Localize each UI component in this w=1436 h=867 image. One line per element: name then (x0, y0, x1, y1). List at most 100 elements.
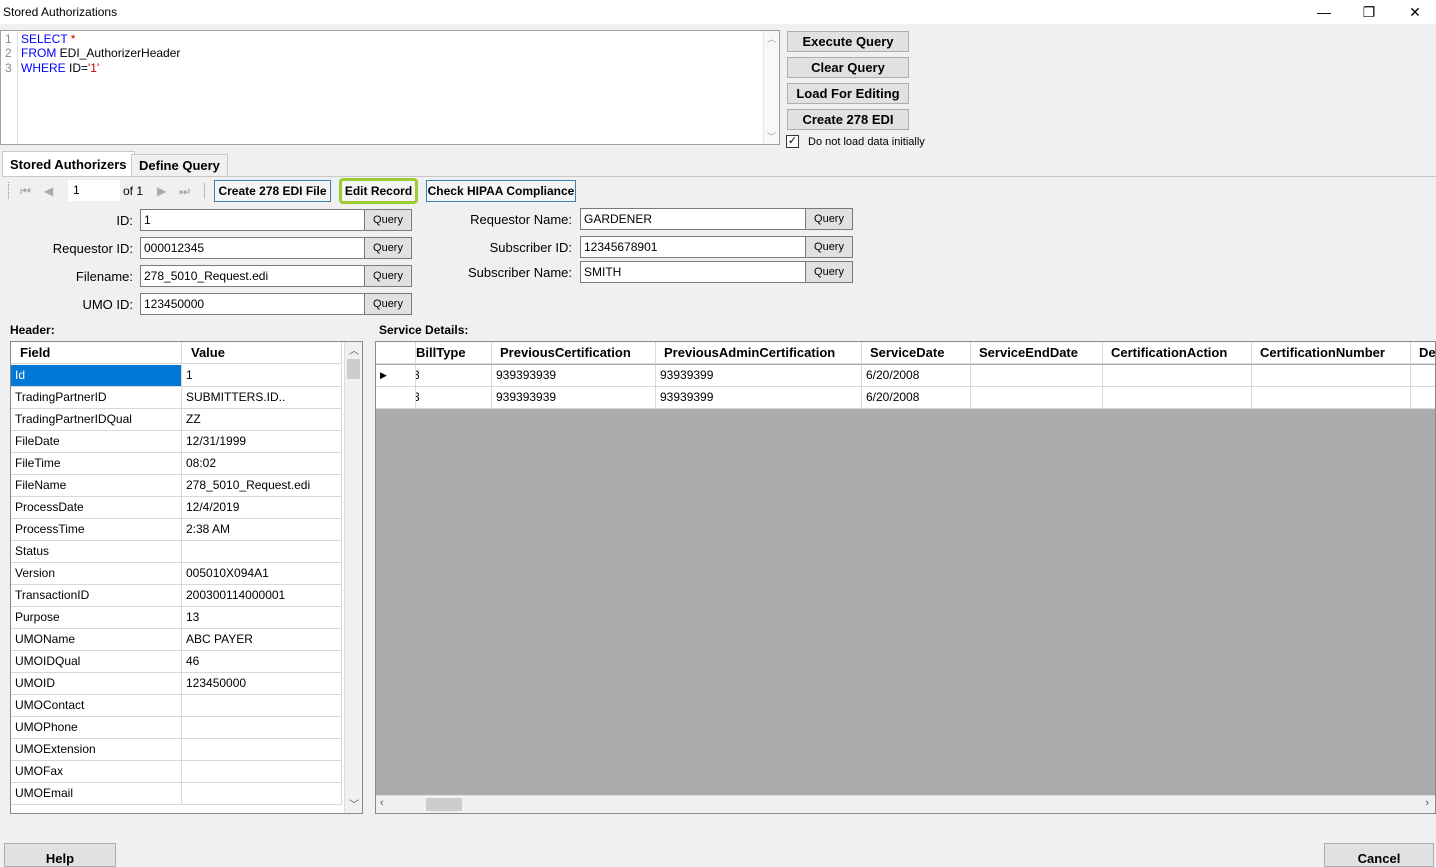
value-cell[interactable] (182, 695, 342, 716)
create-278-edi-button[interactable]: Create 278 EDI (787, 109, 909, 130)
field-cell[interactable]: Version (11, 563, 182, 584)
data-cell[interactable]: 93939399 (656, 387, 862, 409)
value-cell[interactable] (182, 541, 342, 562)
tab-stored-authorizers[interactable]: Stored Authorizers (2, 151, 135, 176)
table-row[interactable]: FileName 278_5010_Request.edi (11, 475, 342, 497)
clear-query-button[interactable]: Clear Query (787, 57, 909, 78)
scroll-right-icon[interactable]: › (1425, 797, 1429, 809)
id-query-button[interactable]: Query (364, 209, 412, 231)
restore-icon[interactable]: ❐ (1346, 0, 1392, 24)
table-row[interactable]: ▶ 3939393939939393996/20/2008 (376, 365, 1435, 387)
column-header-field[interactable]: Field (11, 342, 182, 363)
tab-define-query[interactable]: Define Query (131, 154, 228, 176)
value-cell[interactable]: 123450000 (182, 673, 342, 694)
scroll-left-icon[interactable]: ‹ (380, 797, 384, 809)
column-header[interactable]: PreviousAdminCertification (656, 342, 862, 364)
column-header[interactable]: ServiceDate (862, 342, 971, 364)
table-row[interactable]: ProcessTime 2:38 AM (11, 519, 342, 541)
editor-scrollbar[interactable]: ︿ ﹀ (763, 31, 779, 144)
column-header[interactable]: BillType (416, 342, 492, 364)
scroll-up-icon[interactable]: ︿ (349, 342, 359, 357)
check-hipaa-compliance-button[interactable]: Check HIPAA Compliance (426, 180, 576, 202)
field-cell[interactable]: ProcessDate (11, 497, 182, 518)
do-not-load-checkbox[interactable]: ✓ (786, 135, 799, 148)
header-grid-scrollbar[interactable]: ︿ ﹀ (344, 342, 362, 813)
column-header-value[interactable]: Value (182, 342, 342, 363)
service-details-grid[interactable]: BillType PreviousCertification PreviousAdm… (375, 341, 1436, 814)
column-header[interactable]: ServiceEndDate (971, 342, 1103, 364)
column-header[interactable]: De (1411, 342, 1435, 364)
value-cell[interactable]: 46 (182, 651, 342, 672)
data-cell[interactable] (1252, 387, 1411, 409)
value-cell[interactable] (182, 761, 342, 782)
data-cell[interactable]: 939393939 (492, 387, 656, 409)
field-cell[interactable]: UMOIDQual (11, 651, 182, 672)
column-header[interactable]: PreviousCertification (492, 342, 656, 364)
value-cell[interactable]: 13 (182, 607, 342, 628)
table-row[interactable]: UMOEmail (11, 783, 342, 805)
value-cell[interactable]: SUBMITTERS.ID.. (182, 387, 342, 408)
subscriber-name-field[interactable]: SMITH (580, 261, 806, 283)
field-cell[interactable]: FileDate (11, 431, 182, 452)
field-cell[interactable]: UMOName (11, 629, 182, 650)
field-cell[interactable]: UMOFax (11, 761, 182, 782)
service-grid-horizontal-scrollbar[interactable]: ‹ › (376, 795, 1435, 813)
field-cell[interactable]: Status (11, 541, 182, 562)
subscriber-id-field[interactable]: 12345678901 (580, 236, 806, 258)
field-cell[interactable]: Purpose (11, 607, 182, 628)
column-header[interactable]: CertificationAction (1103, 342, 1252, 364)
table-row[interactable]: 3939393939939393996/20/2008 (376, 387, 1435, 409)
table-row[interactable]: FileTime 08:02 (11, 453, 342, 475)
row-header[interactable]: ▶ (376, 365, 416, 387)
table-row[interactable]: UMOExtension (11, 739, 342, 761)
field-cell[interactable]: UMOID (11, 673, 182, 694)
load-for-editing-button[interactable]: Load For Editing (787, 83, 909, 104)
value-cell[interactable]: 12/4/2019 (182, 497, 342, 518)
umo-id-field[interactable]: 123450000 (140, 293, 365, 315)
value-cell[interactable]: ZZ (182, 409, 342, 430)
value-cell[interactable]: 1 (182, 365, 342, 386)
table-row[interactable]: UMOContact (11, 695, 342, 717)
data-cell[interactable]: 3 (416, 387, 492, 409)
table-row[interactable]: Status (11, 541, 342, 563)
execute-query-button[interactable]: Execute Query (787, 31, 909, 52)
help-button[interactable]: Help (4, 843, 116, 867)
edit-record-button[interactable]: Edit Record (339, 178, 418, 204)
value-cell[interactable]: ABC PAYER (182, 629, 342, 650)
field-cell[interactable]: TransactionID (11, 585, 182, 606)
minimize-icon[interactable]: — (1301, 0, 1347, 24)
value-cell[interactable] (182, 739, 342, 760)
create-278-edi-file-button[interactable]: Create 278 EDI File (214, 180, 331, 202)
field-cell[interactable]: UMOContact (11, 695, 182, 716)
table-row[interactable]: UMOPhone (11, 717, 342, 739)
field-cell[interactable]: TradingPartnerIDQual (11, 409, 182, 430)
field-cell[interactable]: FileName (11, 475, 182, 496)
table-row[interactable]: TradingPartnerIDQual ZZ (11, 409, 342, 431)
move-first-icon[interactable]: ⏮ (20, 184, 31, 199)
table-row[interactable]: UMOName ABC PAYER (11, 629, 342, 651)
field-cell[interactable]: ProcessTime (11, 519, 182, 540)
table-row[interactable]: Version 005010X094A1 (11, 563, 342, 585)
table-row[interactable]: Purpose 13 (11, 607, 342, 629)
scroll-down-icon[interactable]: ﹀ (349, 796, 359, 811)
data-cell[interactable]: 6/20/2008 (862, 365, 971, 387)
table-row[interactable]: TradingPartnerID SUBMITTERS.ID.. (11, 387, 342, 409)
data-cell[interactable] (1411, 387, 1435, 409)
field-cell[interactable]: UMOPhone (11, 717, 182, 738)
data-cell[interactable]: 6/20/2008 (862, 387, 971, 409)
header-grid[interactable]: Field Value Id 1 TradingPartnerID SUBMITTERS.… (10, 341, 363, 814)
filename-field[interactable]: 278_5010_Request.edi (140, 265, 365, 287)
data-cell[interactable] (971, 365, 1103, 387)
scroll-down-icon[interactable]: ﹀ (767, 130, 776, 143)
table-row[interactable]: TransactionID 200300114000001 (11, 585, 342, 607)
field-cell[interactable]: UMOExtension (11, 739, 182, 760)
cancel-button[interactable]: Cancel (1324, 843, 1434, 867)
subscriber-id-query-button[interactable]: Query (805, 236, 853, 258)
value-cell[interactable]: 005010X094A1 (182, 563, 342, 584)
table-row[interactable]: UMOFax (11, 761, 342, 783)
field-cell[interactable]: TradingPartnerID (11, 387, 182, 408)
subscriber-name-query-button[interactable]: Query (805, 261, 853, 283)
value-cell[interactable]: 200300114000001 (182, 585, 342, 606)
sql-query-editor[interactable]: 1 2 3 SELECT * FROM EDI_AuthorizerHeader… (0, 30, 780, 145)
data-cell[interactable] (971, 387, 1103, 409)
